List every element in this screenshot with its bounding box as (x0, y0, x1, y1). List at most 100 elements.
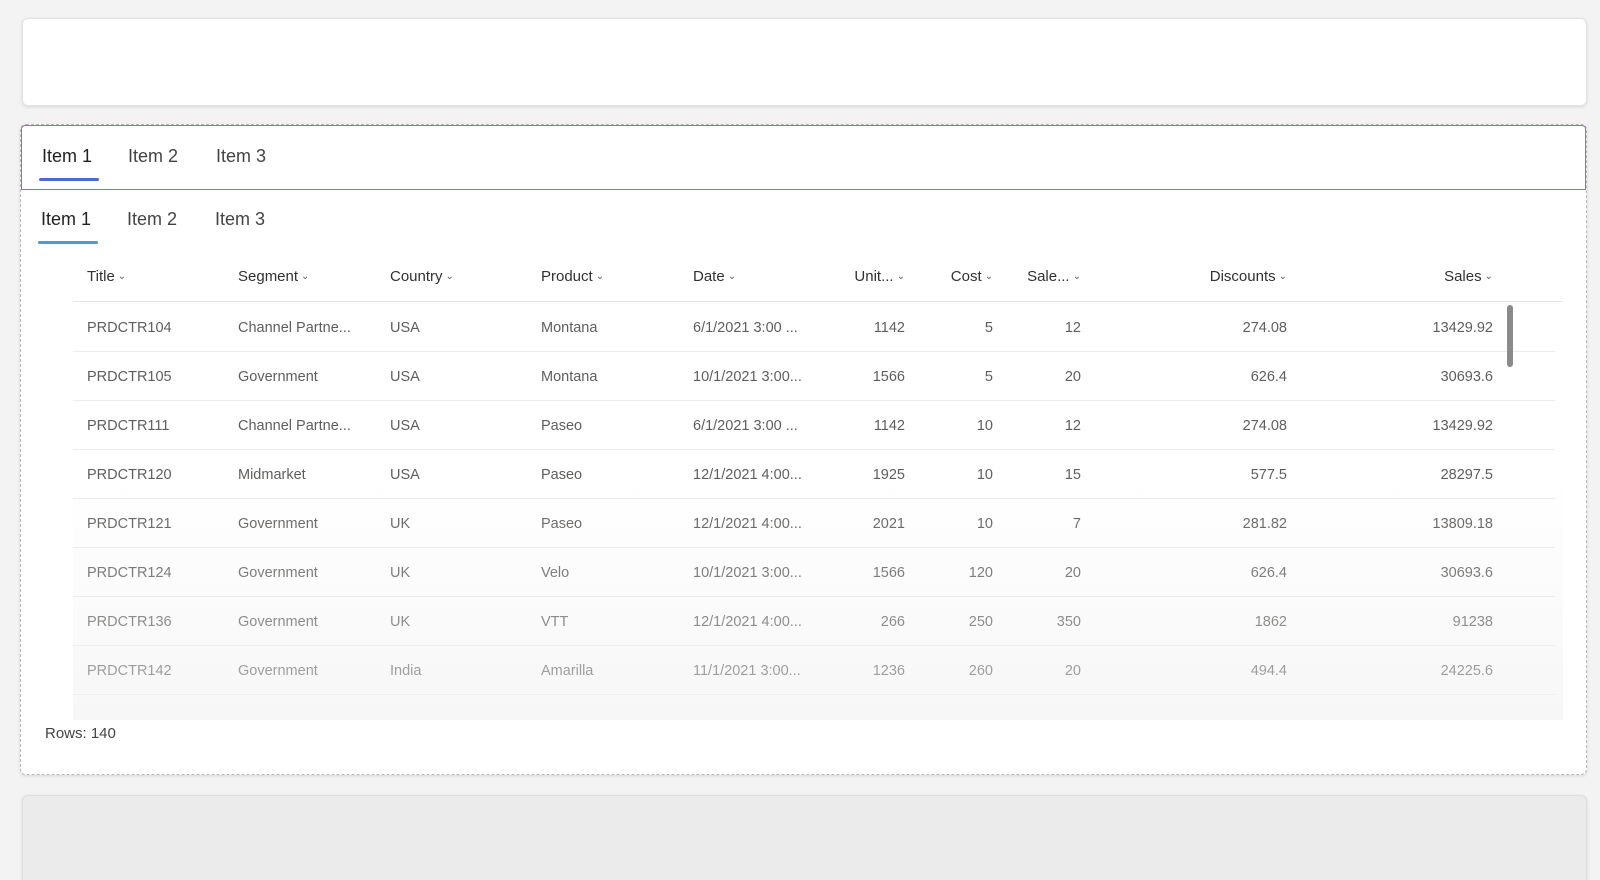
table-cell: 6/1/2021 3:00 ... (693, 320, 798, 336)
table-cell: 6/1/2021 3:00 ... (693, 418, 798, 434)
table-cell: 20 (1064, 369, 1081, 385)
table-cell: Government (238, 565, 318, 581)
table-row[interactable]: PRDCTR104 Channel Partne... USA Montana 6/1/… (73, 303, 1555, 352)
table-row[interactable]: PRDCTR142 Government India Amarilla 11/1/202… (73, 646, 1555, 695)
table-row[interactable]: PRDCTR120 Midmarket USA Paseo 12/1/2021 4:00… (73, 450, 1555, 499)
outer-tab-3[interactable]: Item 3 (216, 146, 266, 177)
column-header-date[interactable]: Date ⌄ (693, 268, 736, 285)
column-header-cost[interactable]: Cost ⌄ (951, 268, 993, 285)
table-cell: 12 (1064, 320, 1081, 336)
column-header-label: Sales (1444, 268, 1482, 285)
column-header-segment[interactable]: Segment ⌄ (238, 268, 309, 285)
column-header-unit[interactable]: Unit... ⌄ (854, 268, 905, 285)
table-cell: Paseo (541, 418, 583, 434)
chevron-down-icon[interactable]: ⌄ (1073, 271, 1081, 282)
table-cell: 30693.6 (1440, 565, 1493, 581)
table-cell: 12/1/2021 4:00... (693, 614, 802, 630)
table-cell: PRDCTR104 (87, 320, 172, 336)
chevron-down-icon[interactable]: ⌄ (985, 271, 993, 282)
column-header-label: Product (541, 268, 593, 285)
table-cell: 1862 (1254, 614, 1287, 630)
table-cell: VTT (541, 614, 569, 630)
table-cell: 266 (880, 614, 905, 630)
table-cell: India (390, 663, 422, 679)
chevron-down-icon[interactable]: ⌄ (728, 271, 736, 282)
table-cell: UK (390, 565, 411, 581)
table-row[interactable]: PRDCTR124 Government UK Velo 10/1/2021 3:00.… (73, 548, 1555, 597)
table-cell: 274.08 (1242, 320, 1287, 336)
outer-tab-1[interactable]: Item 1 (42, 146, 92, 177)
top-container (22, 18, 1587, 106)
chevron-down-icon[interactable]: ⌄ (897, 271, 905, 282)
chevron-down-icon[interactable]: ⌄ (596, 271, 604, 282)
table-cell: 2021 (872, 516, 905, 532)
table-cell: 5 (984, 320, 993, 336)
table-cell: 1142 (873, 418, 905, 434)
table-cell: 10 (976, 418, 993, 434)
scrollbar-thumb[interactable] (1507, 305, 1513, 367)
column-header-label: Cost (950, 268, 982, 285)
chevron-down-icon[interactable]: ⌄ (446, 271, 454, 282)
table-cell: Channel Partne... (238, 320, 351, 336)
tab-container: Item 1 Item 2 Item 3 Item 1 Item 2 Item 3 Ti… (20, 124, 1587, 775)
table-row[interactable]: PRDCTR111 Channel Partne... USA Paseo 6/1/20… (73, 401, 1555, 450)
column-header-sales[interactable]: Sales ⌄ (1444, 268, 1493, 285)
table-row[interactable]: PRDCTR105 Government USA Montana 10/1/2021 3… (73, 352, 1555, 401)
table-cell: Montana (541, 369, 598, 385)
table-cell: 10 (976, 467, 993, 483)
table-cell: UK (390, 516, 411, 532)
table-cell: Amarilla (541, 663, 594, 679)
table-cell: 20 (1064, 663, 1081, 679)
table-cell: 91238 (1452, 614, 1493, 630)
chevron-down-icon[interactable]: ⌄ (118, 271, 126, 282)
table-cell: Government (238, 516, 318, 532)
column-header-title[interactable]: Title ⌄ (87, 268, 126, 285)
table-cell: 10/1/2021 3:00... (693, 565, 802, 581)
column-header-label: Date (693, 268, 725, 285)
table-body[interactable]: PRDCTR104 Channel Partne... USA Montana 6/1/… (73, 303, 1555, 715)
table-cell: 274.08 (1242, 418, 1287, 434)
table-cell: Channel Partne... (238, 418, 351, 434)
column-header-country[interactable]: Country ⌄ (390, 268, 454, 285)
table-cell: 250 (968, 614, 993, 630)
outer-tab-2[interactable]: Item 2 (128, 146, 178, 177)
table-cell: 577.5 (1250, 467, 1287, 483)
table-cell: Government (238, 663, 318, 679)
table-cell: 350 (1056, 614, 1081, 630)
table-cell: PRDCTR142 (87, 663, 172, 679)
table-cell: PRDCTR120 (87, 467, 172, 483)
column-header-discounts[interactable]: Discounts ⌄ (1210, 268, 1287, 285)
inner-tab-list: Item 1 Item 2 Item 3 (21, 189, 1586, 251)
table-cell: 12 (1064, 418, 1081, 434)
chevron-down-icon[interactable]: ⌄ (1485, 271, 1493, 282)
chevron-down-icon[interactable]: ⌄ (301, 271, 309, 282)
inner-tab-2[interactable]: Item 2 (127, 209, 177, 240)
table-cell: 1566 (872, 565, 905, 581)
chevron-down-icon[interactable]: ⌄ (1279, 271, 1287, 282)
data-table: Title ⌄ Segment ⌄ Country ⌄ Product ⌄ Date ⌄ Unit.… (73, 250, 1563, 848)
column-header-product[interactable]: Product ⌄ (541, 268, 604, 285)
table-cell: 1236 (872, 663, 905, 679)
table-cell: 7 (1072, 516, 1081, 532)
inner-tab-1[interactable]: Item 1 (41, 209, 91, 240)
table-cell: 12/1/2021 4:00... (693, 516, 802, 532)
inner-tab-3[interactable]: Item 3 (215, 209, 265, 240)
table-cell: 10/1/2021 3:00... (693, 369, 802, 385)
row-count: Rows: 140 (45, 725, 116, 742)
table-cell: USA (390, 467, 420, 483)
table-cell: Paseo (541, 516, 583, 532)
column-header-sale[interactable]: Sale... ⌄ (1027, 268, 1081, 285)
table-cell: 11/1/2021 3:00... (693, 663, 801, 679)
table-cell: UK (390, 614, 411, 630)
outer-tab-indicator (39, 178, 99, 181)
table-cell: 1925 (872, 467, 905, 483)
table-cell: USA (390, 418, 420, 434)
table-cell: 24225.6 (1440, 663, 1493, 679)
vertical-scrollbar[interactable] (1507, 305, 1515, 705)
column-header-label: Title (87, 268, 115, 285)
table-row[interactable]: PRDCTR136 Government UK VTT 12/1/2021 4:00..… (73, 597, 1555, 646)
table-row[interactable]: PRDCTR121 Government UK Paseo 12/1/2021 4:00… (73, 499, 1555, 548)
table-cell: 13429.92 (1432, 418, 1493, 434)
column-header-label: Unit... (854, 268, 894, 285)
column-header-label: Sale... (1027, 268, 1070, 285)
